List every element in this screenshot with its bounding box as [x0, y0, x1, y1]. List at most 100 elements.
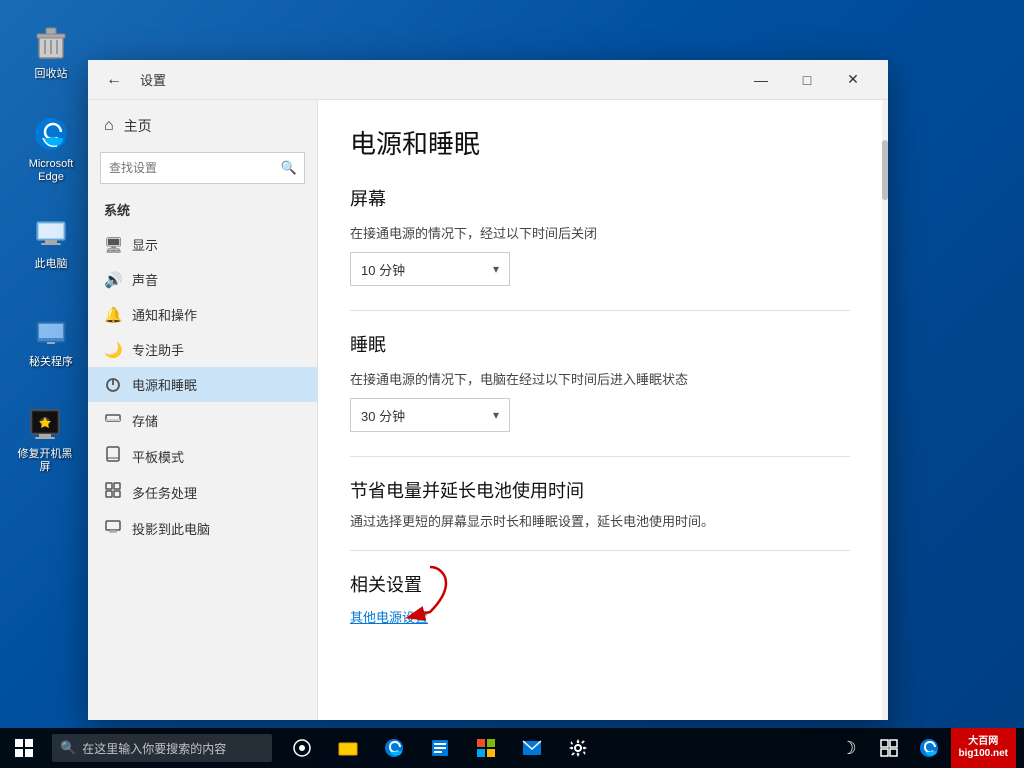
home-icon: ⌂ — [104, 117, 114, 135]
my-computer-icon — [31, 214, 71, 254]
sidebar-item-tablet-mode[interactable]: 平板模式 — [88, 438, 317, 474]
edge-label: MicrosoftEdge — [29, 158, 74, 184]
maximize-button[interactable]: □ — [784, 60, 830, 100]
sidebar-item-focus-assist[interactable]: 🌙 专注助手 — [88, 332, 317, 367]
sidebar-item-sound[interactable]: 🔊 声音 — [88, 262, 317, 297]
desktop-icon-my-computer[interactable]: 此电脑 — [16, 210, 86, 275]
focus-assist-icon: 🌙 — [104, 341, 122, 359]
recycle-bin-icon — [31, 24, 71, 64]
sidebar-section-title: 系统 — [88, 196, 317, 227]
bigbai-logo[interactable]: 大百网big100.net — [951, 728, 1016, 768]
edge-icon — [31, 114, 71, 154]
divider-1 — [350, 310, 850, 311]
related-settings-title: 相关设置 — [350, 571, 850, 597]
page-title: 电源和睡眠 — [350, 124, 850, 161]
power-sleep-label: 电源和睡眠 — [132, 375, 197, 394]
search-input[interactable] — [100, 152, 305, 184]
taskbar-files[interactable] — [418, 728, 462, 768]
storage-label: 存储 — [132, 411, 158, 430]
screen-dropdown[interactable]: 10 分钟 ▾ — [350, 252, 510, 286]
sound-label: 声音 — [132, 270, 158, 289]
sleep-desc: 在接通电源的情况下，电脑在经过以下时间后进入睡眠状态 — [350, 369, 850, 388]
display-icon: 🖥 — [104, 236, 122, 254]
start-button[interactable] — [0, 728, 48, 768]
sidebar-search[interactable]: 🔍 — [100, 152, 305, 184]
home-label: 主页 — [124, 116, 152, 136]
taskbar-multitask[interactable] — [871, 728, 907, 768]
fix-blackscreen-label: 修复开机黑屏 — [14, 448, 76, 474]
multitasking-label: 多任务处理 — [132, 483, 197, 502]
taskbar-icons — [280, 728, 831, 768]
notifications-icon: 🔔 — [104, 306, 122, 324]
taskbar-moon[interactable]: ☽ — [831, 728, 867, 768]
taskbar-search-placeholder: 在这里输入你要搜索的内容 — [82, 740, 226, 757]
sleep-dropdown[interactable]: 30 分钟 ▾ — [350, 398, 510, 432]
notifications-label: 通知和操作 — [132, 305, 197, 324]
scrollbar[interactable] — [882, 100, 888, 720]
desktop-icon-edge[interactable]: MicrosoftEdge — [16, 110, 86, 188]
window-title: 设置 — [140, 70, 738, 89]
sleep-dropdown-value: 30 分钟 — [361, 406, 405, 425]
sidebar-item-storage[interactable]: 存储 — [88, 402, 317, 438]
sidebar-item-multitasking[interactable]: 多任务处理 — [88, 474, 317, 510]
desktop: 回收站 MicrosoftEdge 此电脑 — [0, 0, 1024, 768]
divider-3 — [350, 550, 850, 551]
taskbar-right: ☽ 大百网big100.net — [831, 728, 1024, 768]
taskbar-edge[interactable] — [372, 728, 416, 768]
search-icon: 🔍 — [281, 160, 297, 176]
divider-2 — [350, 456, 850, 457]
sidebar-item-power-sleep[interactable]: 电源和睡眠 — [88, 367, 317, 402]
windows-logo-icon — [15, 739, 33, 757]
window-titlebar: ← 设置 — □ ✕ — [88, 60, 888, 100]
sidebar-item-notifications[interactable]: 🔔 通知和操作 — [88, 297, 317, 332]
taskbar-store[interactable] — [464, 728, 508, 768]
other-power-settings-link[interactable]: 其他电源设置 — [350, 610, 428, 625]
sound-icon: 🔊 — [104, 271, 122, 289]
taskbar-search-icon: 🔍 — [60, 740, 76, 756]
sidebar-item-display[interactable]: 🖥 显示 — [88, 227, 317, 262]
taskbar-file-explorer[interactable] — [326, 728, 370, 768]
desktop-icon-secret-prog[interactable]: 秘关程序 — [16, 308, 86, 373]
back-button[interactable]: ← — [100, 66, 128, 94]
bigbai-label: 大百网big100.net — [959, 736, 1008, 760]
sidebar-item-projection[interactable]: 投影到此电脑 — [88, 510, 317, 546]
storage-icon — [104, 410, 122, 430]
projection-label: 投影到此电脑 — [132, 519, 210, 538]
fix-blackscreen-icon — [25, 404, 65, 444]
screen-section-title: 屏幕 — [350, 185, 850, 211]
multitasking-icon — [104, 482, 122, 502]
taskbar-search[interactable]: 🔍 在这里输入你要搜索的内容 — [52, 734, 272, 762]
settings-window: ← 设置 — □ ✕ ⌂ 主页 🔍 系统 — [88, 60, 888, 720]
projection-icon — [104, 518, 122, 538]
desktop-icon-fix-blackscreen[interactable]: 修复开机黑屏 — [10, 400, 80, 478]
window-controls: — □ ✕ — [738, 60, 876, 100]
taskbar-mail[interactable] — [510, 728, 554, 768]
screen-desc: 在接通电源的情况下，经过以下时间后关闭 — [350, 223, 850, 242]
chevron-down-icon-2: ▾ — [493, 408, 499, 422]
save-battery-desc: 通过选择更短的屏幕显示时长和睡眠设置，延长电池使用时间。 — [350, 511, 850, 530]
scrollbar-thumb[interactable] — [882, 140, 888, 200]
window-body: ⌂ 主页 🔍 系统 🖥 显示 🔊 声音 🔔 通知 — [88, 100, 888, 720]
focus-assist-label: 专注助手 — [132, 340, 184, 359]
taskbar-task-view[interactable] — [280, 728, 324, 768]
secret-prog-icon — [31, 312, 71, 352]
minimize-button[interactable]: — — [738, 60, 784, 100]
taskbar: 🔍 在这里输入你要搜索的内容 — [0, 728, 1024, 768]
secret-prog-label: 秘关程序 — [29, 356, 73, 369]
sidebar: ⌂ 主页 🔍 系统 🖥 显示 🔊 声音 🔔 通知 — [88, 100, 318, 720]
my-computer-label: 此电脑 — [35, 258, 68, 271]
chevron-down-icon: ▾ — [493, 262, 499, 276]
recycle-bin-label: 回收站 — [35, 68, 68, 81]
sidebar-home[interactable]: ⌂ 主页 — [88, 108, 317, 144]
tablet-mode-icon — [104, 446, 122, 466]
related-settings-section: 相关设置 其他电源设置 — [350, 571, 850, 627]
close-button[interactable]: ✕ — [830, 60, 876, 100]
desktop-icon-recycle-bin[interactable]: 回收站 — [16, 20, 86, 85]
taskbar-edge-right[interactable] — [911, 728, 947, 768]
taskbar-settings[interactable] — [556, 728, 600, 768]
power-icon — [104, 376, 122, 393]
save-battery-title: 节省电量并延长电池使用时间 — [350, 477, 850, 503]
sleep-section-title: 睡眠 — [350, 331, 850, 357]
main-content: 电源和睡眠 屏幕 在接通电源的情况下，经过以下时间后关闭 10 分钟 ▾ 睡眠 … — [318, 100, 882, 720]
save-battery-section: 节省电量并延长电池使用时间 通过选择更短的屏幕显示时长和睡眠设置，延长电池使用时… — [350, 477, 850, 530]
